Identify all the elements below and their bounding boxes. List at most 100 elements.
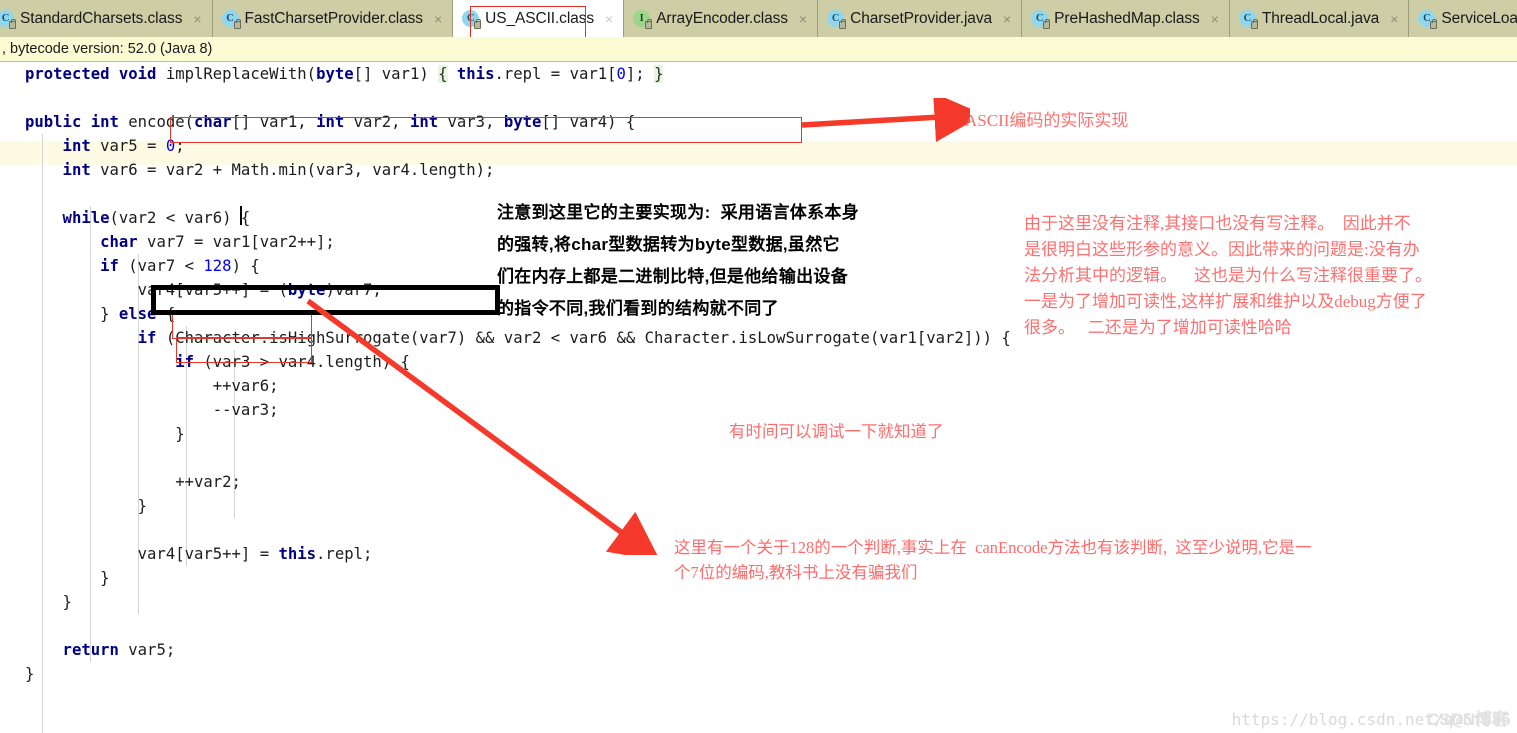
code-token: (var2 < var6) { bbox=[109, 209, 251, 227]
code-token: this bbox=[456, 65, 495, 83]
code-token: } bbox=[25, 305, 119, 323]
lock-icon bbox=[474, 19, 482, 29]
lock-icon bbox=[1250, 19, 1258, 29]
code-token: void bbox=[118, 65, 166, 83]
code-line: int var6 = var2 + Math.min(var3, var4.le… bbox=[25, 158, 1011, 182]
code-token: ) { bbox=[231, 257, 260, 275]
editor-tab-7[interactable]: CServiceLoade bbox=[1409, 0, 1517, 37]
code-token: if bbox=[25, 329, 157, 347]
code-token: { bbox=[156, 305, 176, 323]
code-token: } bbox=[25, 497, 148, 515]
code-token: ++var6; bbox=[25, 377, 279, 395]
code-line: ++var2; bbox=[25, 470, 1011, 494]
editor-tab-6[interactable]: C ThreadLocal.java × bbox=[1229, 0, 1410, 37]
editor-tab-label: CharsetProvider.java bbox=[850, 9, 992, 27]
code-token: .repl = var1[ bbox=[494, 65, 617, 83]
editor-tab-label: StandardCharsets.class bbox=[20, 9, 183, 27]
code-token: encode( bbox=[128, 113, 194, 131]
code-line: ++var6; bbox=[25, 374, 1011, 398]
code-line: } bbox=[25, 662, 1011, 686]
code-token: int bbox=[25, 137, 91, 155]
editor-tab-2[interactable]: C US_ASCII.class × bbox=[453, 0, 625, 37]
close-icon[interactable]: × bbox=[1003, 12, 1011, 26]
code-line: } bbox=[25, 590, 1011, 614]
close-icon[interactable]: × bbox=[799, 12, 807, 26]
lock-icon bbox=[645, 19, 653, 29]
text-caret bbox=[240, 206, 242, 225]
code-token: var4[var5++] = bbox=[25, 545, 279, 563]
code-text[interactable]: protected void implReplaceWith(byte[] va… bbox=[25, 62, 1011, 686]
code-token: var5 = bbox=[90, 137, 166, 155]
code-token: (var3 > var4.length) { bbox=[194, 353, 410, 371]
code-line: int var5 = 0; bbox=[25, 134, 1011, 158]
annotation-128-check-note: 这里有一个关于128的一个判断,事实上在 canEncode方法也有该判断, 这… bbox=[674, 538, 1312, 582]
annotation-no-comments-note: 由于这里没有注释,其接口也没有写注释。 因此并不 是很明白这些形参的意义。因此带… bbox=[1024, 214, 1432, 337]
code-token: char bbox=[25, 233, 138, 251]
code-token: 0 bbox=[165, 137, 176, 155]
editor-tab-label: PreHashedMap.class bbox=[1054, 9, 1200, 27]
editor-tab-4[interactable]: C CharsetProvider.java × bbox=[818, 0, 1023, 37]
code-token: var2, bbox=[344, 113, 410, 131]
code-line: } bbox=[25, 494, 1011, 518]
close-icon[interactable]: × bbox=[1390, 12, 1398, 26]
annotation-ascii-note: ASCII编码的实际实现 bbox=[965, 111, 1129, 130]
code-token: --var3; bbox=[25, 401, 279, 419]
java-class-icon: C bbox=[462, 10, 482, 29]
close-icon[interactable]: × bbox=[193, 12, 201, 26]
code-token: [] var4) { bbox=[541, 113, 636, 131]
code-token: ; bbox=[175, 137, 185, 155]
code-token: char bbox=[194, 113, 232, 131]
code-token: } bbox=[25, 593, 72, 611]
code-token: )var7; bbox=[325, 281, 382, 299]
editor-tab-5[interactable]: C PreHashedMap.class × bbox=[1022, 0, 1230, 37]
code-token: [] var1) bbox=[353, 65, 439, 83]
code-token: int bbox=[25, 161, 91, 179]
code-token: protected bbox=[25, 65, 119, 83]
code-token: { bbox=[438, 65, 448, 83]
code-token: int bbox=[90, 113, 129, 131]
code-token: } bbox=[25, 569, 110, 587]
java-interface-icon: I bbox=[633, 10, 653, 29]
lock-icon bbox=[839, 19, 847, 29]
code-token: var3, bbox=[438, 113, 504, 131]
editor-tab-0[interactable]: C StandardCharsets.class × bbox=[0, 0, 213, 37]
code-token: public bbox=[25, 113, 91, 131]
editor-tab-label: US_ASCII.class bbox=[485, 9, 594, 27]
editor-tab-label: ThreadLocal.java bbox=[1261, 9, 1380, 27]
code-token: byte bbox=[316, 65, 354, 83]
code-token: .repl; bbox=[316, 545, 373, 563]
lock-icon bbox=[1430, 19, 1438, 29]
code-token: byte bbox=[287, 281, 326, 299]
close-icon[interactable]: × bbox=[434, 12, 442, 26]
java-class-icon: C bbox=[1031, 10, 1051, 29]
code-token: ]; bbox=[625, 65, 655, 83]
code-token: [] var1, bbox=[231, 113, 317, 131]
code-token: (var7 < bbox=[118, 257, 204, 275]
code-token: var7 = var1[var2++]; bbox=[137, 233, 335, 251]
annotation-implementation-note: 注意到这里它的主要实现为: 采用语言体系本身 的强转,将char型数据转为byt… bbox=[497, 203, 860, 318]
annotation-debug-note: 有时间可以调试一下就知道了 bbox=[729, 422, 944, 441]
java-class-icon: C bbox=[221, 10, 241, 29]
code-token: } bbox=[25, 665, 35, 683]
java-class-icon: C bbox=[0, 10, 16, 29]
code-token: int bbox=[316, 113, 345, 131]
editor-tab-bar: C StandardCharsets.class × C FastCharsetProv… bbox=[0, 0, 1517, 37]
code-line: public int encode(char[] var1, int var2,… bbox=[25, 110, 1011, 134]
bytecode-version-text: , bytecode version: 52.0 (Java 8) bbox=[2, 41, 213, 57]
close-icon[interactable]: × bbox=[605, 12, 613, 26]
code-token: 0 bbox=[616, 65, 626, 83]
code-token: byte bbox=[503, 113, 542, 131]
close-icon[interactable]: × bbox=[1211, 12, 1219, 26]
code-editor[interactable]: protected void implReplaceWith(byte[] va… bbox=[0, 62, 1517, 733]
code-token: return bbox=[25, 641, 119, 659]
watermark-brand: CSDN博客 bbox=[1426, 710, 1509, 729]
editor-tab-1[interactable]: C FastCharsetProvider.class × bbox=[212, 0, 454, 37]
editor-tab-3[interactable]: I ArrayEncoder.class × bbox=[624, 0, 819, 37]
editor-tab-label: ArrayEncoder.class bbox=[656, 9, 788, 27]
lock-icon bbox=[1043, 19, 1051, 29]
bytecode-version-notice: , bytecode version: 52.0 (Java 8) bbox=[0, 37, 1517, 62]
code-line: protected void implReplaceWith(byte[] va… bbox=[25, 62, 1011, 86]
code-token: } bbox=[654, 65, 664, 83]
